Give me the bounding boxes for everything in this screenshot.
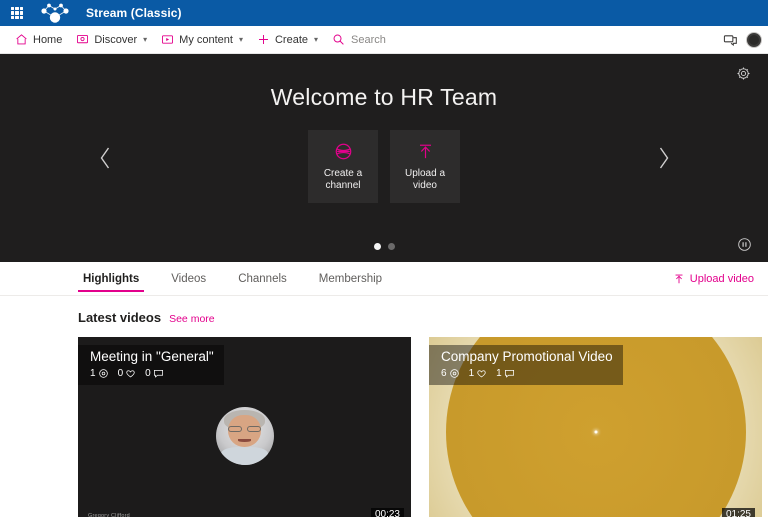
nav-item-discover[interactable]: Discover ▾ bbox=[69, 26, 154, 54]
channel-globe-icon bbox=[334, 142, 353, 162]
stream-logo-icon bbox=[32, 0, 78, 26]
tab-videos[interactable]: Videos bbox=[166, 262, 211, 295]
command-bar: Home Discover ▾ My content ▾ Create ▾ bbox=[0, 26, 768, 54]
app-launcher-button[interactable] bbox=[4, 0, 30, 26]
upload-a-video-label: Upload a video bbox=[405, 168, 445, 192]
upload-arrow-icon bbox=[416, 142, 435, 162]
upload-a-video-button[interactable]: Upload a video bbox=[390, 130, 460, 203]
comment-count: 1 bbox=[496, 368, 515, 379]
video-duration: 01:25 bbox=[722, 508, 755, 517]
video-card-overlay: Meeting in "General" 1 0 bbox=[78, 345, 224, 385]
create-a-channel-label: Create a channel bbox=[324, 168, 362, 192]
carousel-prev-button[interactable] bbox=[88, 138, 122, 178]
search-icon bbox=[332, 33, 345, 46]
nav-label-discover: Discover bbox=[94, 34, 137, 46]
carousel-dot-2[interactable] bbox=[388, 243, 395, 250]
upload-video-label: Upload video bbox=[690, 273, 754, 285]
carousel-next-button[interactable] bbox=[646, 138, 680, 178]
tab-highlights-label: Highlights bbox=[83, 273, 139, 285]
comment-count-value: 0 bbox=[145, 368, 151, 379]
latest-videos-section: Latest videos See more Meeting in "Gener… bbox=[0, 296, 768, 517]
plus-icon bbox=[257, 33, 270, 46]
video-stats: 1 0 bbox=[90, 368, 214, 379]
section-title: Latest videos bbox=[78, 310, 161, 325]
video-card-overlay: Company Promotional Video 6 1 bbox=[429, 345, 623, 385]
comment-count: 0 bbox=[145, 368, 164, 379]
video-card-list: Meeting in "General" 1 0 bbox=[78, 337, 768, 517]
video-card[interactable]: Company Promotional Video 6 1 bbox=[429, 337, 762, 517]
view-count: 1 bbox=[90, 368, 109, 379]
heart-icon bbox=[476, 368, 487, 379]
view-count-value: 6 bbox=[441, 368, 447, 379]
nav-item-my-content[interactable]: My content ▾ bbox=[154, 26, 250, 54]
upload-video-button[interactable]: Upload video bbox=[673, 262, 754, 296]
chevron-down-icon: ▾ bbox=[314, 36, 318, 44]
hero-title: Welcome to HR Team bbox=[0, 54, 768, 111]
like-count: 1 bbox=[469, 368, 488, 379]
comment-icon bbox=[504, 368, 515, 379]
upload-arrow-icon bbox=[673, 273, 685, 285]
carousel-dots bbox=[0, 243, 768, 250]
video-title: Meeting in "General" bbox=[90, 349, 214, 364]
tab-videos-label: Videos bbox=[171, 273, 206, 285]
view-count: 6 bbox=[441, 368, 460, 379]
nav-item-home[interactable]: Home bbox=[8, 26, 69, 54]
search-input[interactable]: Search bbox=[325, 26, 393, 54]
eye-icon bbox=[449, 368, 460, 379]
hero-banner: Welcome to HR Team Create a channel bbox=[0, 54, 768, 262]
eye-icon bbox=[98, 368, 109, 379]
video-card[interactable]: Meeting in "General" 1 0 bbox=[78, 337, 411, 517]
create-a-channel-button[interactable]: Create a channel bbox=[308, 130, 378, 203]
tab-membership[interactable]: Membership bbox=[314, 262, 387, 295]
comment-count-value: 1 bbox=[496, 368, 502, 379]
carousel-dot-1[interactable] bbox=[374, 243, 381, 250]
waffle-icon bbox=[11, 7, 24, 20]
comment-icon bbox=[153, 368, 164, 379]
tab-channels[interactable]: Channels bbox=[233, 262, 292, 295]
tab-channels-label: Channels bbox=[238, 273, 287, 285]
tab-bar: Highlights Videos Channels Membership Up… bbox=[0, 262, 768, 296]
nav-label-create: Create bbox=[275, 34, 308, 46]
nav-item-create[interactable]: Create ▾ bbox=[250, 26, 325, 54]
tab-membership-label: Membership bbox=[319, 273, 382, 285]
heart-icon bbox=[125, 368, 136, 379]
nav-label-home: Home bbox=[33, 34, 62, 46]
tab-highlights[interactable]: Highlights bbox=[78, 262, 144, 295]
search-placeholder: Search bbox=[351, 34, 386, 46]
suite-bar: Stream (Classic) bbox=[0, 0, 768, 26]
video-duration: 00:23 bbox=[371, 508, 404, 517]
account-avatar[interactable] bbox=[746, 32, 762, 48]
like-count-value: 1 bbox=[469, 368, 475, 379]
chevron-down-icon: ▾ bbox=[239, 36, 243, 44]
see-more-link[interactable]: See more bbox=[169, 313, 215, 325]
video-stats: 6 1 bbox=[441, 368, 613, 379]
like-count: 0 bbox=[118, 368, 137, 379]
command-bar-right bbox=[723, 26, 762, 54]
feedback-icon[interactable] bbox=[723, 33, 738, 48]
avatar bbox=[216, 407, 274, 465]
discover-icon bbox=[76, 33, 89, 46]
home-icon bbox=[15, 33, 28, 46]
like-count-value: 0 bbox=[118, 368, 124, 379]
video-title: Company Promotional Video bbox=[441, 349, 613, 364]
my-content-icon bbox=[161, 33, 174, 46]
video-author: Gregory Clifford bbox=[88, 513, 130, 517]
carousel-pause-button[interactable] bbox=[734, 234, 754, 254]
app-title: Stream (Classic) bbox=[86, 6, 182, 20]
chevron-down-icon: ▾ bbox=[143, 36, 147, 44]
gear-icon[interactable] bbox=[732, 62, 754, 84]
nav-label-my-content: My content bbox=[179, 34, 233, 46]
view-count-value: 1 bbox=[90, 368, 96, 379]
latest-videos-header: Latest videos See more bbox=[78, 310, 768, 325]
